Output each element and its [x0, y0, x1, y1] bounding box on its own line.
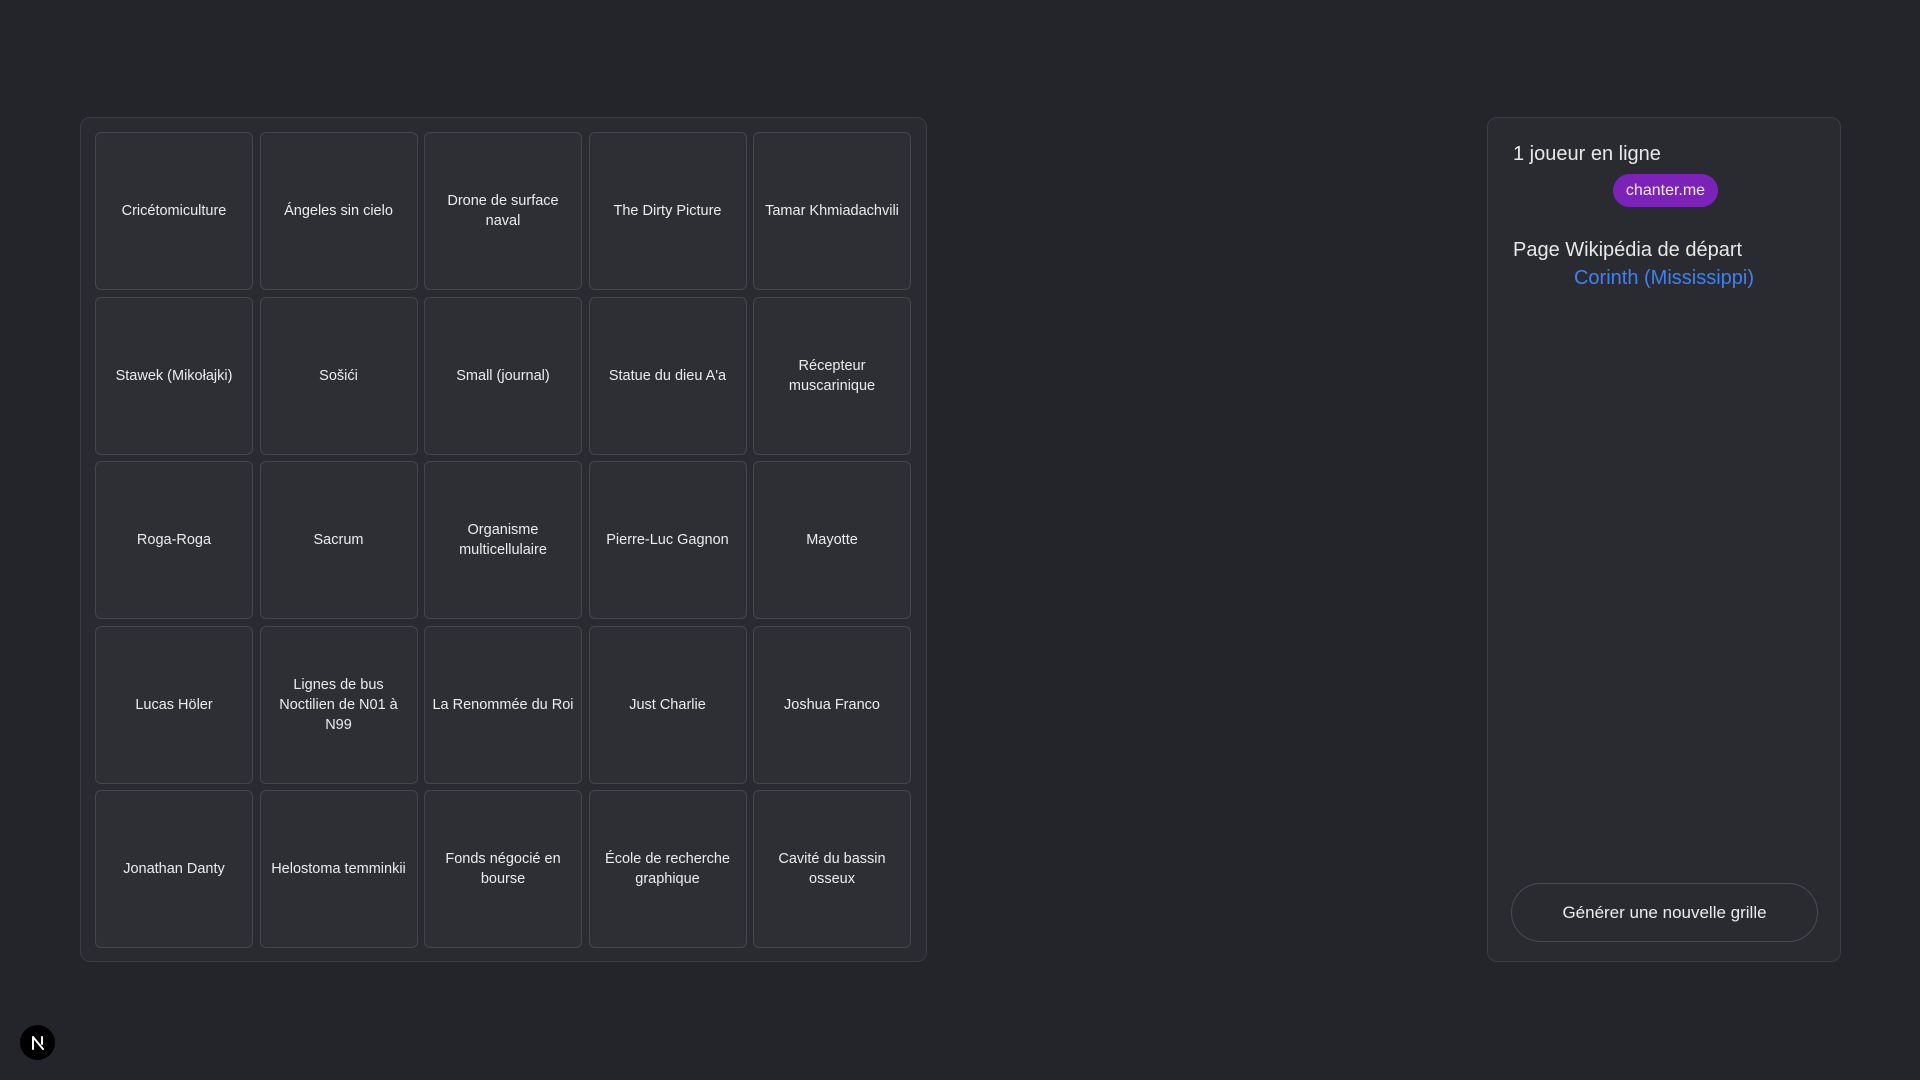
start-page-title: Page Wikipédia de départ	[1513, 239, 1743, 261]
game-info-panel: 1 joueur en ligne chanter.me Page Wikipé…	[1487, 117, 1841, 962]
grid-cell[interactable]: The Dirty Picture	[588, 132, 747, 290]
bingo-board: Cricétomiculture Ángeles sin cielo Drone…	[80, 117, 927, 962]
grid-cell[interactable]: Lucas Höler	[95, 625, 253, 784]
grid-cell[interactable]: La Renommée du Roi	[424, 625, 582, 784]
grid-cell[interactable]: Jonathan Danty	[95, 790, 253, 948]
grid-cell[interactable]: Tamar Khmiadachvili	[753, 132, 911, 290]
grid-cell[interactable]: Cavité du bassin osseux	[753, 790, 911, 948]
grid-cell[interactable]: Sošići	[259, 296, 418, 455]
grid-cell[interactable]: Drone de surface naval	[424, 132, 582, 290]
nextjs-logo-icon[interactable]	[20, 1025, 55, 1060]
generate-grid-button[interactable]: Générer une nouvelle grille	[1511, 883, 1818, 942]
grid-cell[interactable]: Cricétomiculture	[95, 132, 253, 290]
grid-cell[interactable]: Sacrum	[259, 461, 418, 619]
grid-cell[interactable]: Roga-Roga	[95, 461, 253, 619]
grid-cell[interactable]: Stawek (Mikołajki)	[95, 296, 253, 455]
grid-cell[interactable]: Récepteur muscarinique	[753, 296, 911, 455]
nextjs-n-glyph	[31, 1035, 44, 1050]
grid-cell[interactable]: Small (journal)	[424, 296, 582, 455]
bingo-grid: Cricétomiculture Ángeles sin cielo Drone…	[95, 132, 911, 948]
grid-cell[interactable]: Helostoma temminkii	[259, 790, 418, 948]
player-name-badge: chanter.me	[1613, 174, 1718, 207]
grid-cell[interactable]: Fonds négocié en bourse	[424, 790, 582, 948]
grid-cell[interactable]: École de recherche graphique	[588, 790, 747, 948]
players-online-title: 1 joueur en ligne	[1513, 143, 1661, 165]
grid-cell[interactable]: Pierre-Luc Gagnon	[588, 461, 747, 619]
grid-cell[interactable]: Statue du dieu A'a	[588, 296, 747, 455]
grid-cell[interactable]: Ángeles sin cielo	[259, 132, 418, 290]
grid-cell[interactable]: Joshua Franco	[753, 625, 911, 784]
start-page-link[interactable]: Corinth (Mississippi)	[1488, 267, 1840, 290]
grid-cell[interactable]: Organisme multicellulaire	[424, 461, 582, 619]
grid-cell[interactable]: Lignes de bus Noctilien de N01 à N99	[259, 625, 418, 784]
grid-cell[interactable]: Just Charlie	[588, 625, 747, 784]
grid-cell[interactable]: Mayotte	[753, 461, 911, 619]
